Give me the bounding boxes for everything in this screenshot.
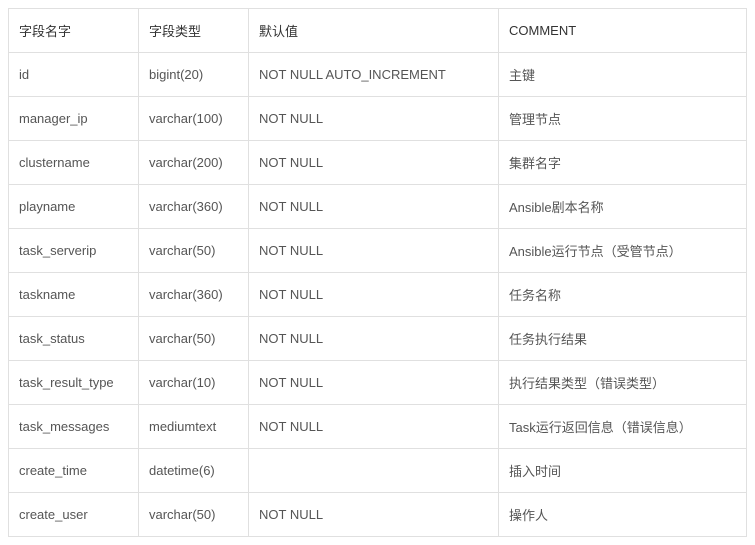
cell-default-value: NOT NULL (249, 405, 499, 449)
cell-field-type: mediumtext (139, 405, 249, 449)
cell-default-value: NOT NULL (249, 229, 499, 273)
cell-field-name: task_messages (9, 405, 139, 449)
header-comment: COMMENT (499, 9, 747, 53)
cell-field-name: task_result_type (9, 361, 139, 405)
cell-comment: 管理节点 (499, 97, 747, 141)
cell-default-value: NOT NULL AUTO_INCREMENT (249, 53, 499, 97)
cell-default-value: NOT NULL (249, 273, 499, 317)
schema-table: 字段名字 字段类型 默认值 COMMENT id bigint(20) NOT … (8, 8, 747, 537)
cell-comment: 执行结果类型（错误类型） (499, 361, 747, 405)
cell-comment: Task运行返回信息（错误信息） (499, 405, 747, 449)
table-row: id bigint(20) NOT NULL AUTO_INCREMENT 主键 (9, 53, 747, 97)
cell-field-name: task_serverip (9, 229, 139, 273)
cell-comment: Ansible运行节点（受管节点） (499, 229, 747, 273)
cell-comment: 任务名称 (499, 273, 747, 317)
cell-field-name: create_time (9, 449, 139, 493)
cell-field-type: datetime(6) (139, 449, 249, 493)
cell-comment: Ansible剧本名称 (499, 185, 747, 229)
table-header-row: 字段名字 字段类型 默认值 COMMENT (9, 9, 747, 53)
cell-comment: 集群名字 (499, 141, 747, 185)
cell-field-name: task_status (9, 317, 139, 361)
cell-default-value (249, 449, 499, 493)
cell-default-value: NOT NULL (249, 493, 499, 537)
table-row: task_serverip varchar(50) NOT NULL Ansib… (9, 229, 747, 273)
cell-field-type: varchar(50) (139, 229, 249, 273)
cell-comment: 操作人 (499, 493, 747, 537)
cell-field-type: varchar(10) (139, 361, 249, 405)
header-default-value: 默认值 (249, 9, 499, 53)
cell-field-name: clustername (9, 141, 139, 185)
table-row: create_time datetime(6) 插入时间 (9, 449, 747, 493)
cell-comment: 任务执行结果 (499, 317, 747, 361)
table-row: playname varchar(360) NOT NULL Ansible剧本… (9, 185, 747, 229)
cell-default-value: NOT NULL (249, 317, 499, 361)
cell-comment: 主键 (499, 53, 747, 97)
cell-field-type: varchar(50) (139, 317, 249, 361)
cell-field-type: varchar(360) (139, 273, 249, 317)
cell-field-name: create_user (9, 493, 139, 537)
cell-comment: 插入时间 (499, 449, 747, 493)
cell-default-value: NOT NULL (249, 185, 499, 229)
table-row: clustername varchar(200) NOT NULL 集群名字 (9, 141, 747, 185)
cell-field-type: varchar(100) (139, 97, 249, 141)
cell-field-name: playname (9, 185, 139, 229)
table-row: task_result_type varchar(10) NOT NULL 执行… (9, 361, 747, 405)
cell-default-value: NOT NULL (249, 141, 499, 185)
cell-field-name: manager_ip (9, 97, 139, 141)
table-row: manager_ip varchar(100) NOT NULL 管理节点 (9, 97, 747, 141)
header-field-name: 字段名字 (9, 9, 139, 53)
cell-field-name: taskname (9, 273, 139, 317)
table-row: taskname varchar(360) NOT NULL 任务名称 (9, 273, 747, 317)
table-row: task_status varchar(50) NOT NULL 任务执行结果 (9, 317, 747, 361)
cell-default-value: NOT NULL (249, 361, 499, 405)
cell-field-type: varchar(200) (139, 141, 249, 185)
table-row: task_messages mediumtext NOT NULL Task运行… (9, 405, 747, 449)
table-row: create_user varchar(50) NOT NULL 操作人 (9, 493, 747, 537)
cell-field-type: varchar(360) (139, 185, 249, 229)
cell-field-type: varchar(50) (139, 493, 249, 537)
cell-field-name: id (9, 53, 139, 97)
header-field-type: 字段类型 (139, 9, 249, 53)
cell-field-type: bigint(20) (139, 53, 249, 97)
cell-default-value: NOT NULL (249, 97, 499, 141)
